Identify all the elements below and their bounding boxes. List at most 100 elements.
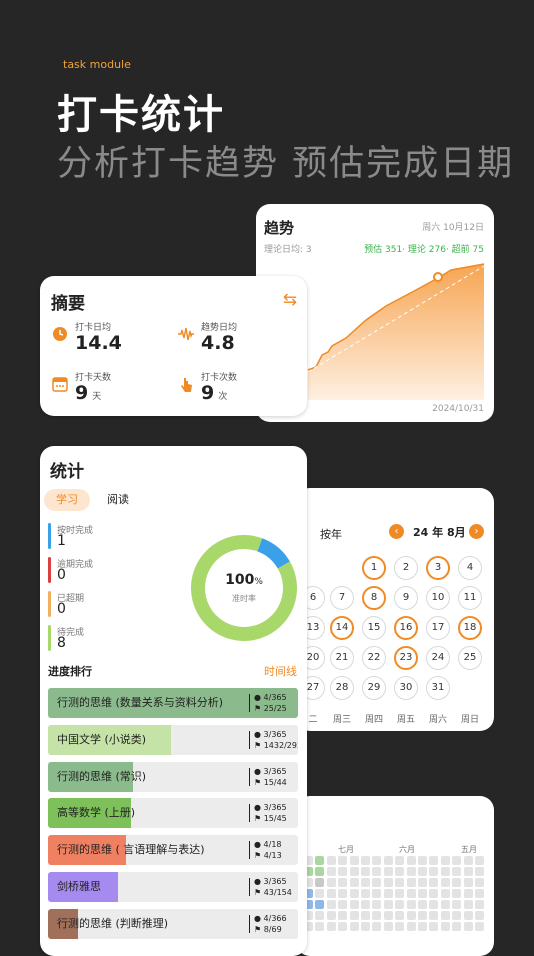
- progress-row[interactable]: 剑桥雅思 ● 3/365 ⚑ 43/154: [48, 872, 298, 902]
- calendar-day[interactable]: 25: [458, 646, 482, 670]
- heatmap-cell: [338, 900, 348, 909]
- heatmap-cell: [452, 889, 462, 898]
- weekday-label: 周四: [364, 715, 383, 725]
- calendar-day[interactable]: 11: [458, 586, 482, 610]
- calendar-day[interactable]: 23: [394, 646, 418, 670]
- heatmap-cell: [338, 867, 348, 876]
- heatmap-cell: [429, 856, 439, 865]
- swap-icon[interactable]: ⇆: [283, 290, 297, 310]
- progress-row[interactable]: 行测的思维 (常识) ● 3/365 ⚑ 15/44: [48, 761, 298, 792]
- calendar-card[interactable]: 按年 ‹ 24 年 8月 › 1 2 3 4 6 7 8 9 10 11 13 14 15 16 17 18 2…: [296, 488, 494, 731]
- heatmap-cell: [326, 867, 336, 876]
- heatmap-cell: [361, 856, 370, 865]
- heatmap-cell: [338, 922, 348, 931]
- days-progress: ● 4/366: [254, 913, 287, 923]
- month-label: 五月: [461, 845, 477, 854]
- calendar-day[interactable]: 30: [394, 676, 418, 700]
- heatmap-cell: [406, 867, 416, 876]
- calendar-day[interactable]: 28: [330, 676, 354, 700]
- heatmap-cell: [372, 922, 382, 931]
- progress-row[interactable]: 中国文学 (小说类) ● 3/365⚑ 1432/2922: [48, 724, 298, 755]
- legend-overdue: 已超期 0: [48, 591, 128, 617]
- page-title: 打卡统计: [57, 92, 225, 138]
- calendar-day[interactable]: 18: [458, 616, 482, 640]
- check-icon: ●: [254, 840, 261, 850]
- stat-value: 9天: [75, 382, 102, 404]
- stats-card[interactable]: 统计 学习 阅读 按时完成 1 逾期完成 0 已超期 0 待完成 8 100% …: [40, 446, 307, 956]
- heatmap-cell: [315, 867, 325, 876]
- calendar-day[interactable]: 16: [394, 616, 418, 640]
- days-progress: ● 3/365: [254, 803, 287, 813]
- heatmap-cell: [418, 867, 427, 876]
- divider: [249, 804, 250, 823]
- divider: [249, 878, 250, 896]
- calendar-icon: [51, 376, 69, 394]
- progress-row[interactable]: 行测的思维 (数量关系与资料分析) ● 4/365 ⚑ 25/25: [48, 688, 298, 718]
- heatmap-cell: [326, 878, 336, 887]
- stat-trend-avg: 趋势日均 4.8: [177, 320, 287, 356]
- calendar-day[interactable]: 31: [426, 676, 450, 700]
- calendar-day[interactable]: 3: [426, 556, 450, 580]
- flag-icon: ⚑: [254, 740, 262, 750]
- days-progress: ● 4/18: [254, 840, 282, 850]
- heatmap-cell: [349, 911, 359, 920]
- calendar-day[interactable]: 10: [426, 586, 450, 610]
- stat-value: 14.4: [75, 332, 122, 354]
- heatmap-cell: [475, 889, 484, 898]
- calendar-day[interactable]: 24: [426, 646, 450, 670]
- tab-reading[interactable]: 阅读: [98, 489, 138, 511]
- heatmap-cell: [429, 922, 439, 931]
- trend-date: 周六 10月12日: [422, 223, 484, 233]
- heatmap-cell: [406, 856, 416, 865]
- heatmap-cell: [395, 922, 405, 931]
- calendar-mode[interactable]: 按年: [320, 526, 342, 542]
- heatmap-cell: [429, 889, 439, 898]
- check-icon: ●: [254, 803, 261, 813]
- heatmap-card[interactable]: 七月 六月 五月: [296, 796, 494, 956]
- heatmap-cell: [440, 878, 450, 887]
- calendar-day[interactable]: 22: [362, 646, 386, 670]
- heatmap-cell: [440, 900, 450, 909]
- check-icon: ●: [254, 877, 261, 886]
- heatmap-cell: [452, 922, 462, 931]
- ranking-title: 进度排行: [48, 665, 92, 678]
- prev-month-button[interactable]: ‹: [389, 524, 404, 539]
- heatmap-cell: [463, 878, 473, 887]
- calendar-day[interactable]: 29: [362, 676, 386, 700]
- timeline-link[interactable]: 时间线: [264, 663, 297, 679]
- heatmap-cell: [440, 922, 450, 931]
- heatmap-cell: [361, 911, 370, 920]
- task-name: 中国文学 (小说类): [57, 732, 147, 746]
- tab-study[interactable]: 学习: [44, 489, 90, 511]
- heatmap-cell: [395, 867, 405, 876]
- summary-card[interactable]: 摘要 ⇆ 打卡日均 14.4 趋势日均 4.8 打卡天数 9天 打卡次数 9次: [40, 276, 307, 416]
- flag-icon: ⚑: [254, 704, 262, 713]
- calendar-day[interactable]: 1: [362, 556, 386, 580]
- flag-icon: ⚑: [254, 851, 262, 861]
- legend-on-time: 按时完成 1: [48, 523, 128, 549]
- calendar-day[interactable]: 2: [394, 556, 418, 580]
- calendar-day[interactable]: 8: [362, 586, 386, 610]
- heatmap-cell: [338, 911, 348, 920]
- check-icon: ●: [254, 729, 261, 739]
- next-month-button[interactable]: ›: [469, 524, 484, 539]
- progress-row[interactable]: 行测的思维 ( 言语理解与表达) ● 4/18 ⚑ 4/13: [48, 835, 298, 866]
- heatmap-cell: [395, 900, 405, 909]
- heatmap-cell: [406, 878, 416, 887]
- heatmap-cell: [475, 867, 484, 876]
- progress-row[interactable]: 行测的思维 (判断推理) ● 4/366 ⚑ 8/69: [48, 908, 298, 939]
- calendar-day[interactable]: 17: [426, 616, 450, 640]
- progress-row[interactable]: 高等数学 (上册) ● 3/365 ⚑ 15/45: [48, 798, 298, 829]
- calendar-day[interactable]: 15: [362, 616, 386, 640]
- calendar-day[interactable]: 7: [330, 586, 354, 610]
- heatmap-cell: [418, 922, 427, 931]
- calendar-day[interactable]: 9: [394, 586, 418, 610]
- module-tag: task module: [63, 58, 131, 71]
- calendar-day[interactable]: 21: [330, 646, 354, 670]
- calendar-day[interactable]: 14: [330, 616, 354, 640]
- item-progress: ⚑ 1432/2922: [254, 740, 298, 750]
- days-progress: ● 4/365: [254, 693, 287, 702]
- item-progress: ⚑ 8/69: [254, 924, 282, 934]
- heatmap-cell: [315, 922, 325, 931]
- calendar-day[interactable]: 4: [458, 556, 482, 580]
